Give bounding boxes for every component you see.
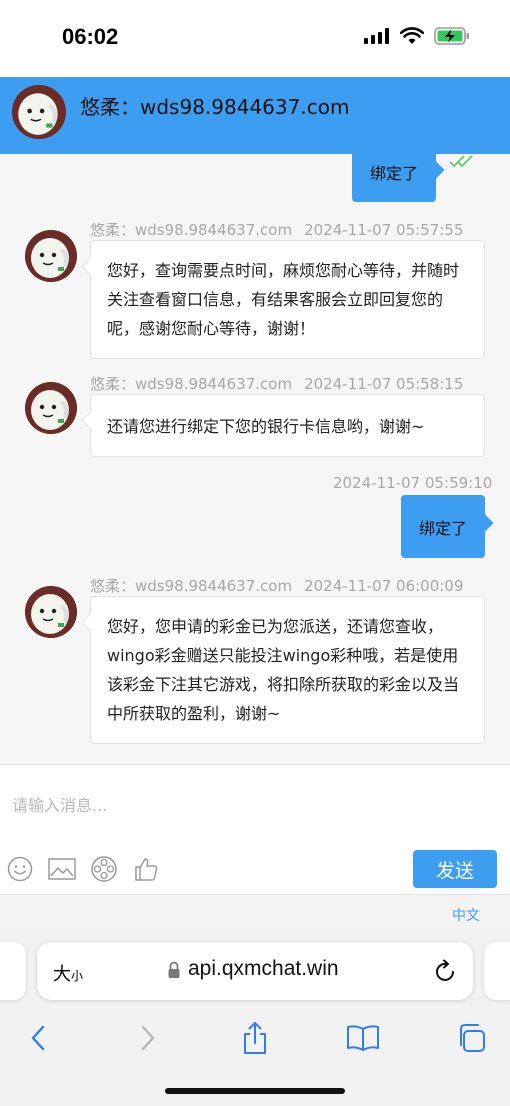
incoming-message: 您好，您申请的彩金已为您派送，还请您查收，wingo彩金赠送只能投注wingo彩… (90, 596, 485, 744)
language-switch[interactable]: 中文 (452, 905, 480, 925)
message-text: 绑定了 (418, 518, 467, 538)
chevron-left-icon (31, 1025, 45, 1051)
agent-avatar (25, 382, 77, 434)
message-time: 2024-11-07 06:00:09 (304, 577, 464, 595)
incoming-message: 还请您进行绑定下您的银行卡信息哟，谢谢~ (90, 394, 485, 457)
cellular-signal-icon (364, 28, 389, 44)
home-indicator (165, 1088, 345, 1094)
message-text: 您好，查询需要点时间，麻烦您耐心等待，并随时关注查看窗口信息，有结果客服会立即回… (107, 261, 460, 338)
previous-tab-card[interactable] (0, 942, 26, 1000)
battery-charging-icon (434, 27, 469, 45)
next-tab-card[interactable] (484, 942, 510, 1000)
outgoing-message: 绑定了 (401, 495, 485, 558)
send-button[interactable]: 发送 (413, 850, 497, 888)
message-list[interactable]: 绑定了 悠柔：wds98.9844637.com 2024-11-07 05:57… (0, 154, 510, 764)
language-bar: 中文 (0, 894, 510, 934)
sender-name: 悠柔：wds98.9844637.com (90, 375, 293, 393)
lock-icon (168, 961, 180, 978)
outgoing-message: 绑定了 (352, 154, 436, 202)
message-text: 您好，您申请的彩金已为您派送，还请您查收，wingo彩金赠送只能投注wingo彩… (107, 617, 460, 723)
browser-toolbar: 大小 api.qxmchat.win (0, 934, 510, 1106)
composer: 发送 (0, 764, 510, 894)
status-icons (364, 27, 470, 45)
share-icon (244, 1022, 266, 1054)
text-size-button[interactable]: 大小 (53, 960, 83, 986)
bookmarks-button[interactable] (341, 1016, 385, 1060)
book-icon (347, 1025, 379, 1051)
browser-nav (0, 1016, 510, 1062)
agent-avatar (12, 85, 66, 139)
wifi-icon (400, 27, 424, 44)
status-time: 06:02 (62, 24, 119, 49)
thumbs-up-icon[interactable] (132, 855, 160, 883)
agent-avatar (25, 230, 77, 282)
reload-icon[interactable] (435, 959, 457, 983)
composer-tools (6, 855, 160, 883)
message-text: 绑定了 (369, 164, 418, 183)
sender-name: 悠柔：wds98.9844637.com (90, 221, 293, 239)
message-meta: 悠柔：wds98.9844637.com 2024-11-07 05:58:15 (90, 373, 463, 394)
agent-avatar (25, 586, 77, 638)
message-text: 还请您进行绑定下您的银行卡信息哟，谢谢~ (107, 417, 425, 436)
message-input[interactable] (12, 775, 492, 835)
message-time: 2024-11-07 05:59:10 (333, 474, 493, 492)
chevron-right-icon (141, 1025, 155, 1051)
message-time: 2024-11-07 05:57:55 (304, 221, 464, 239)
tabs-icon (460, 1024, 485, 1052)
url-text: api.qxmchat.win (188, 957, 339, 980)
chat-title: 悠柔：wds98.9844637.com (80, 95, 350, 119)
incoming-message: 您好，查询需要点时间，麻烦您耐心等待，并随时关注查看窗口信息，有结果客服会立即回… (90, 240, 485, 359)
forward-button[interactable] (126, 1016, 170, 1060)
sender-name: 悠柔：wds98.9844637.com (90, 577, 293, 595)
emoji-icon[interactable] (6, 855, 34, 883)
back-button[interactable] (16, 1016, 60, 1060)
status-bar: 06:02 (0, 0, 510, 77)
film-reel-icon[interactable] (90, 855, 118, 883)
image-icon[interactable] (48, 855, 76, 883)
tabs-button[interactable] (449, 1016, 493, 1060)
share-button[interactable] (233, 1016, 277, 1060)
message-time: 2024-11-07 05:58:15 (304, 375, 464, 393)
address-bar[interactable]: 大小 api.qxmchat.win (37, 942, 473, 1000)
message-meta: 悠柔：wds98.9844637.com 2024-11-07 05:57:55 (90, 219, 463, 240)
chat-header: 悠柔：wds98.9844637.com (0, 77, 510, 154)
message-meta: 悠柔：wds98.9844637.com 2024-11-07 06:00:09 (90, 575, 463, 596)
double-check-icon (449, 155, 473, 168)
